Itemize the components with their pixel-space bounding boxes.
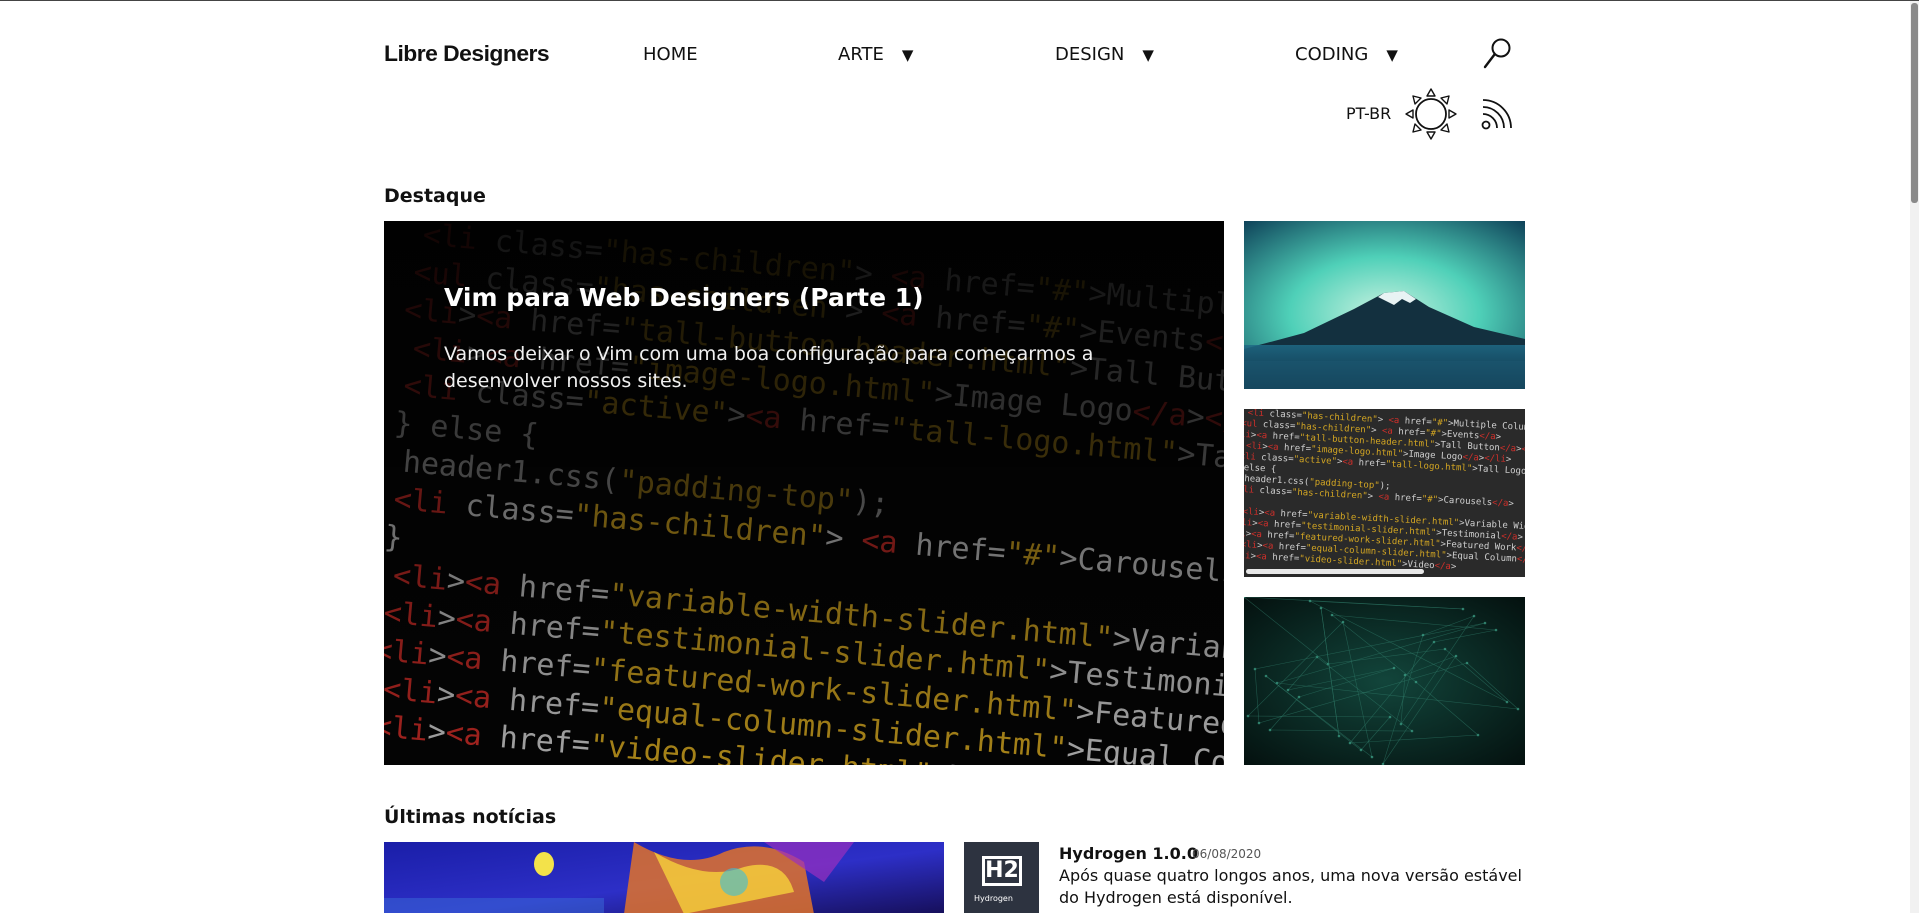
featured-thumb-mountain[interactable] [1244,221,1525,389]
network-node [1319,606,1323,610]
network-node [1403,673,1407,677]
mountain-image [1244,221,1525,389]
chevron-down-icon: ▼ [901,45,914,64]
nav-design-label: DESIGN [1055,44,1125,65]
network-image [1244,597,1525,765]
scrollbar-thumb[interactable] [1911,3,1918,203]
page-scrollbar[interactable] [1910,1,1919,913]
news-description: Após quase quatro longos anos, uma nova … [1059,866,1522,907]
network-node [1330,613,1334,617]
featured-heading: Destaque [384,185,486,207]
nav-design[interactable]: DESIGN ▼ [1055,44,1154,65]
network-node [1443,647,1447,651]
abstract-art-image [384,842,944,913]
site-logo[interactable]: Libre Designers [384,41,550,67]
network-node [1257,721,1261,725]
network-node [1359,748,1363,752]
nav-arte-label: ARTE [838,44,884,65]
network-node [1421,633,1425,637]
hydrogen-logo: H2 [982,856,1022,886]
nav-coding-label: CODING [1295,44,1369,65]
chevron-down-icon: ▼ [1142,45,1154,64]
news-thumb-hydrogen[interactable]: H2 Hydrogen [964,842,1039,913]
network-node [1370,755,1374,759]
code-line: } else { [1244,463,1276,475]
network-node [1341,620,1345,624]
news-title[interactable]: Hydrogen 1.0.0 [1059,844,1198,863]
search-button[interactable] [1482,37,1512,71]
featured-thumb-network[interactable] [1244,597,1525,765]
network-node [1410,729,1414,733]
network-node [1432,640,1436,644]
network-node [1454,654,1458,658]
code-thumbnail-image: <li class="has-children"> <a href="#">Mu… [1244,409,1525,572]
nav-coding[interactable]: CODING ▼ [1295,44,1398,65]
nav-arte[interactable]: ARTE ▼ [838,44,913,65]
language-selector[interactable]: PT-BR [1346,104,1391,123]
network-node [1392,666,1396,670]
network-node [1268,728,1272,732]
chevron-down-icon: ▼ [1386,45,1398,64]
hydrogen-logo-caption: Hydrogen [974,894,1013,903]
thumb-progress-bar [1246,569,1424,574]
network-node [1461,607,1465,611]
sun-icon [1405,88,1457,140]
latest-news-heading: Últimas notícias [384,806,557,828]
rss-feed-button[interactable] [1480,97,1514,131]
network-node [1414,680,1418,684]
featured-thumb-code[interactable]: <li class="has-children"> <a href="#">Mu… [1244,409,1525,577]
rss-icon [1481,99,1512,130]
network-node [1472,614,1476,618]
nav-home-label: HOME [643,44,698,65]
network-node [1308,599,1312,603]
search-icon [1483,38,1511,69]
theme-toggle-button[interactable] [1404,87,1458,141]
news-main-image[interactable] [384,842,944,913]
news-date: 06/08/2020 [1192,847,1262,861]
featured-main-card[interactable]: <li class="has-children"> <a href="#">Mu… [384,221,1224,765]
nav-home[interactable]: HOME [643,44,698,65]
featured-description: Vamos deixar o Vim com uma boa configura… [444,343,1094,392]
featured-title[interactable]: Vim para Web Designers (Parte 1) [444,283,924,312]
